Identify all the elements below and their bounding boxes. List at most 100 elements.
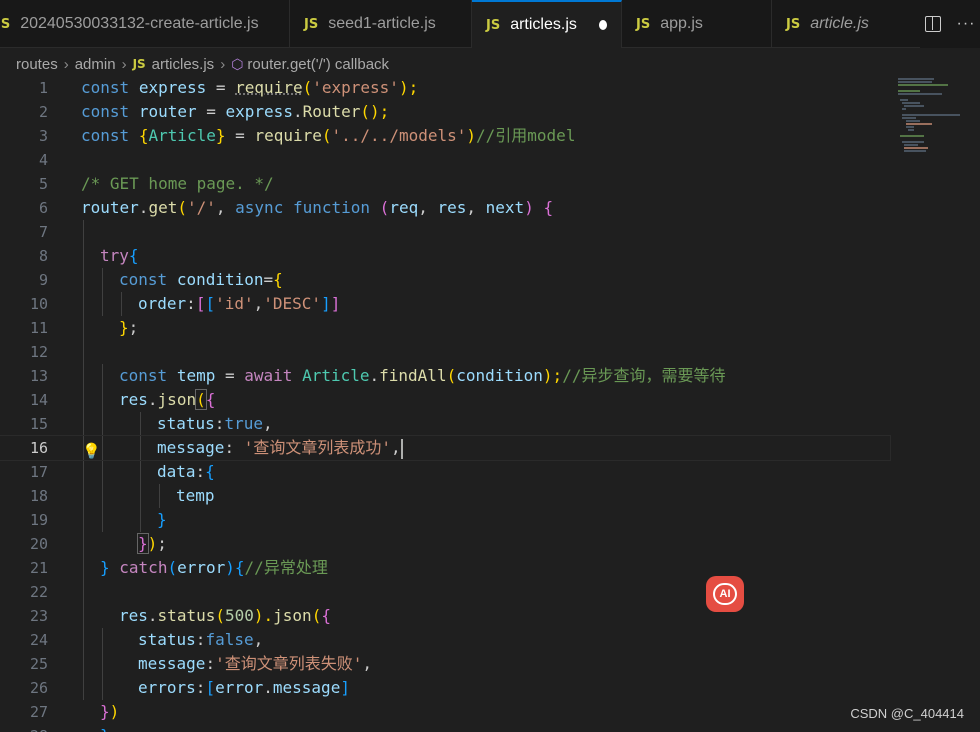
code-token: error (215, 678, 264, 697)
minimap-line (898, 84, 948, 86)
code-text: try{ (100, 244, 139, 268)
code-token: { (138, 126, 149, 145)
minimap-line (902, 141, 924, 143)
code-text: }) (100, 700, 119, 724)
code-token: . (147, 390, 158, 409)
code-token: json (273, 606, 312, 625)
code-token: const (81, 102, 130, 121)
breadcrumb-folder[interactable]: admin (75, 56, 116, 73)
code-token: ). (253, 606, 274, 625)
code-token: 'express' (312, 78, 399, 97)
minimap-line (904, 150, 926, 152)
code-text: }; (119, 316, 138, 340)
breadcrumb-symbol[interactable]: router.get('/') callback (247, 56, 389, 73)
code-token: : (195, 462, 206, 481)
tab-create-article[interactable]: JS 20240530033132-create-article.js (0, 0, 290, 48)
minimap-line (906, 123, 932, 125)
code-line: 14 res.json({ (0, 388, 890, 412)
code-token: json (157, 390, 197, 409)
code-token: , (253, 630, 264, 649)
watermark: CSDN @C_404414 (850, 706, 964, 721)
code-token: router (81, 198, 139, 217)
minimap-line (904, 144, 918, 146)
code-text: order:[['id','DESC']] (138, 292, 340, 316)
code-token: express (225, 102, 293, 121)
code-token: } (100, 702, 110, 721)
code-token: '../../models' (331, 126, 467, 145)
code-token: next (485, 198, 525, 217)
code-token: ( (379, 198, 390, 217)
js-file-icon: JS (0, 16, 11, 32)
tab-label: 20240530033132-create-article.js (20, 15, 259, 32)
tab-label: app.js (660, 15, 703, 32)
code-token: catch (119, 558, 168, 577)
code-token: } (215, 126, 226, 145)
chevron-right-icon: › (63, 55, 69, 73)
line-number: 10 (29, 295, 48, 313)
code-text: } (100, 724, 110, 732)
code-line: 4 (0, 148, 890, 172)
code-token: : (224, 438, 244, 457)
code-token: : (186, 294, 196, 313)
minimap-line (902, 108, 906, 110)
tab-app[interactable]: JS app.js (622, 0, 772, 48)
line-number: 16 (29, 439, 48, 457)
code-editor[interactable]: 1 const express = require('express'); 2 … (0, 76, 891, 732)
line-number: 18 (29, 487, 48, 505)
code-token: ( (321, 126, 332, 145)
code-token: const (119, 366, 168, 385)
tab-label: article.js (810, 15, 869, 32)
line-number: 17 (29, 463, 48, 481)
code-token: async (235, 198, 284, 217)
code-line: 2 const router = express.Router(); (0, 100, 890, 124)
code-token: ) (524, 198, 534, 217)
code-line: 18 temp (0, 484, 890, 508)
minimap-line (904, 105, 924, 107)
code-token: } (137, 533, 149, 554)
code-token: , (215, 198, 236, 217)
code-token: ( (177, 198, 187, 217)
code-text: message:'查询文章列表失败', (138, 652, 372, 676)
breadcrumb-file[interactable]: articles.js (152, 56, 215, 73)
line-number: 11 (29, 319, 48, 337)
code-token: ) (466, 126, 477, 145)
minimap[interactable] (896, 76, 960, 156)
breadcrumb-folder[interactable]: routes (16, 56, 58, 73)
code-token: const (119, 270, 168, 289)
code-text: res.json({ (119, 388, 215, 412)
code-token: Article (148, 126, 216, 145)
code-text: temp (176, 484, 215, 508)
code-token: const (81, 78, 130, 97)
code-token: . (147, 606, 158, 625)
code-text: const express = require('express'); (81, 76, 418, 100)
line-number: 22 (29, 583, 48, 601)
code-token: ; (128, 318, 139, 337)
split-editor-icon[interactable] (924, 16, 941, 32)
code-token: ) (147, 534, 158, 553)
text-cursor (400, 438, 403, 459)
unsaved-dot-icon[interactable] (598, 20, 607, 30)
more-actions-icon[interactable]: ··· (957, 15, 976, 33)
line-number: 24 (29, 631, 48, 649)
line-number: 6 (38, 199, 48, 217)
line-number: 4 (38, 151, 48, 169)
code-token: require (254, 126, 322, 145)
code-token: [ (205, 678, 216, 697)
minimap-line (908, 129, 914, 131)
code-token: status (157, 606, 216, 625)
code-token: [ (195, 294, 206, 313)
tab-seed1-article[interactable]: JS seed1-article.js (290, 0, 472, 48)
code-token: ( (446, 366, 457, 385)
line-number: 21 (29, 559, 48, 577)
js-file-icon: JS (132, 57, 146, 71)
line-number: 12 (29, 343, 48, 361)
tab-article-preview[interactable]: JS article.js (772, 0, 922, 48)
ai-assistant-button[interactable]: AI (706, 576, 744, 612)
tab-articles-active[interactable]: JS articles.js (472, 0, 622, 48)
code-line: 20 }); (0, 532, 890, 556)
code-line: 1 const express = require('express'); (0, 76, 890, 100)
code-token: ( (167, 558, 178, 577)
